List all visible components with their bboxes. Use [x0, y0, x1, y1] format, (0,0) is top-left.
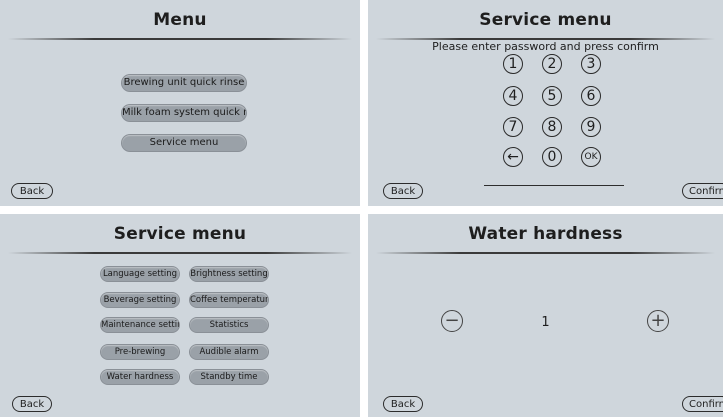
- keypad-key-1[interactable]: 1: [503, 54, 523, 74]
- beverage-setting-button[interactable]: Beverage setting: [101, 293, 179, 307]
- audible-alarm-button[interactable]: Audible alarm: [190, 345, 268, 359]
- coffee-temperature-button[interactable]: Coffee temperature: [190, 293, 268, 307]
- back-button[interactable]: Back: [383, 183, 423, 199]
- water-hardness-title: Water hardness: [468, 224, 623, 244]
- keypad-key-7[interactable]: 7: [503, 117, 523, 137]
- keypad-key-4[interactable]: 4: [503, 86, 523, 106]
- back-button[interactable]: Back: [12, 396, 52, 412]
- title-divider: [8, 38, 352, 40]
- confirm-button[interactable]: Confirm: [682, 396, 723, 412]
- keypad-key-0[interactable]: 0: [542, 147, 562, 167]
- statistics-button[interactable]: Statistics: [190, 318, 268, 332]
- title-divider: [376, 252, 715, 254]
- menu-title: Menu: [153, 10, 207, 30]
- title-divider: [8, 252, 352, 254]
- back-button[interactable]: Back: [383, 396, 423, 412]
- password-prompt: Please enter password and press confirm: [432, 40, 659, 53]
- back-button[interactable]: Back: [11, 183, 53, 199]
- keypad-key-2[interactable]: 2: [542, 54, 562, 74]
- hardness-value: 1: [541, 315, 550, 330]
- service-menu-screen: Service menu Language setting Beverage s…: [0, 214, 360, 417]
- pre-brewing-button[interactable]: Pre-brewing: [101, 345, 179, 359]
- keypad-key-8[interactable]: 8: [542, 117, 562, 137]
- backspace-key-icon[interactable]: ←: [503, 147, 523, 167]
- service-menu-button[interactable]: Service menu: [122, 135, 246, 151]
- keypad-key-9[interactable]: 9: [581, 117, 601, 137]
- service-menu-title: Service menu: [113, 224, 247, 244]
- language-setting-button[interactable]: Language setting: [101, 267, 179, 281]
- service-password-title: Service menu: [479, 10, 612, 30]
- water-hardness-button[interactable]: Water hardness: [101, 370, 179, 384]
- keypad-key-3[interactable]: 3: [581, 54, 601, 74]
- plus-icon[interactable]: +: [647, 310, 669, 332]
- brewing-unit-rinse-button[interactable]: Brewing unit quick rinse: [122, 75, 246, 91]
- password-field[interactable]: [484, 185, 624, 186]
- service-password-screen: Service menu Please enter password and p…: [368, 0, 723, 206]
- milk-foam-rinse-button[interactable]: Milk foam system quick rinse: [122, 105, 246, 121]
- brightness-setting-button[interactable]: Brightness setting: [190, 267, 268, 281]
- water-hardness-screen: Water hardness − 1 + Back Confirm: [368, 214, 723, 417]
- keypad-key-ok[interactable]: OK: [581, 147, 601, 167]
- standby-time-button[interactable]: Standby time: [190, 370, 268, 384]
- keypad-key-5[interactable]: 5: [542, 86, 562, 106]
- confirm-button[interactable]: Confirm: [682, 183, 723, 199]
- menu-screen: Menu Brewing unit quick rinse Milk foam …: [0, 0, 360, 206]
- maintenance-settings-button[interactable]: Maintenance settings: [101, 318, 179, 332]
- keypad-key-6[interactable]: 6: [581, 86, 601, 106]
